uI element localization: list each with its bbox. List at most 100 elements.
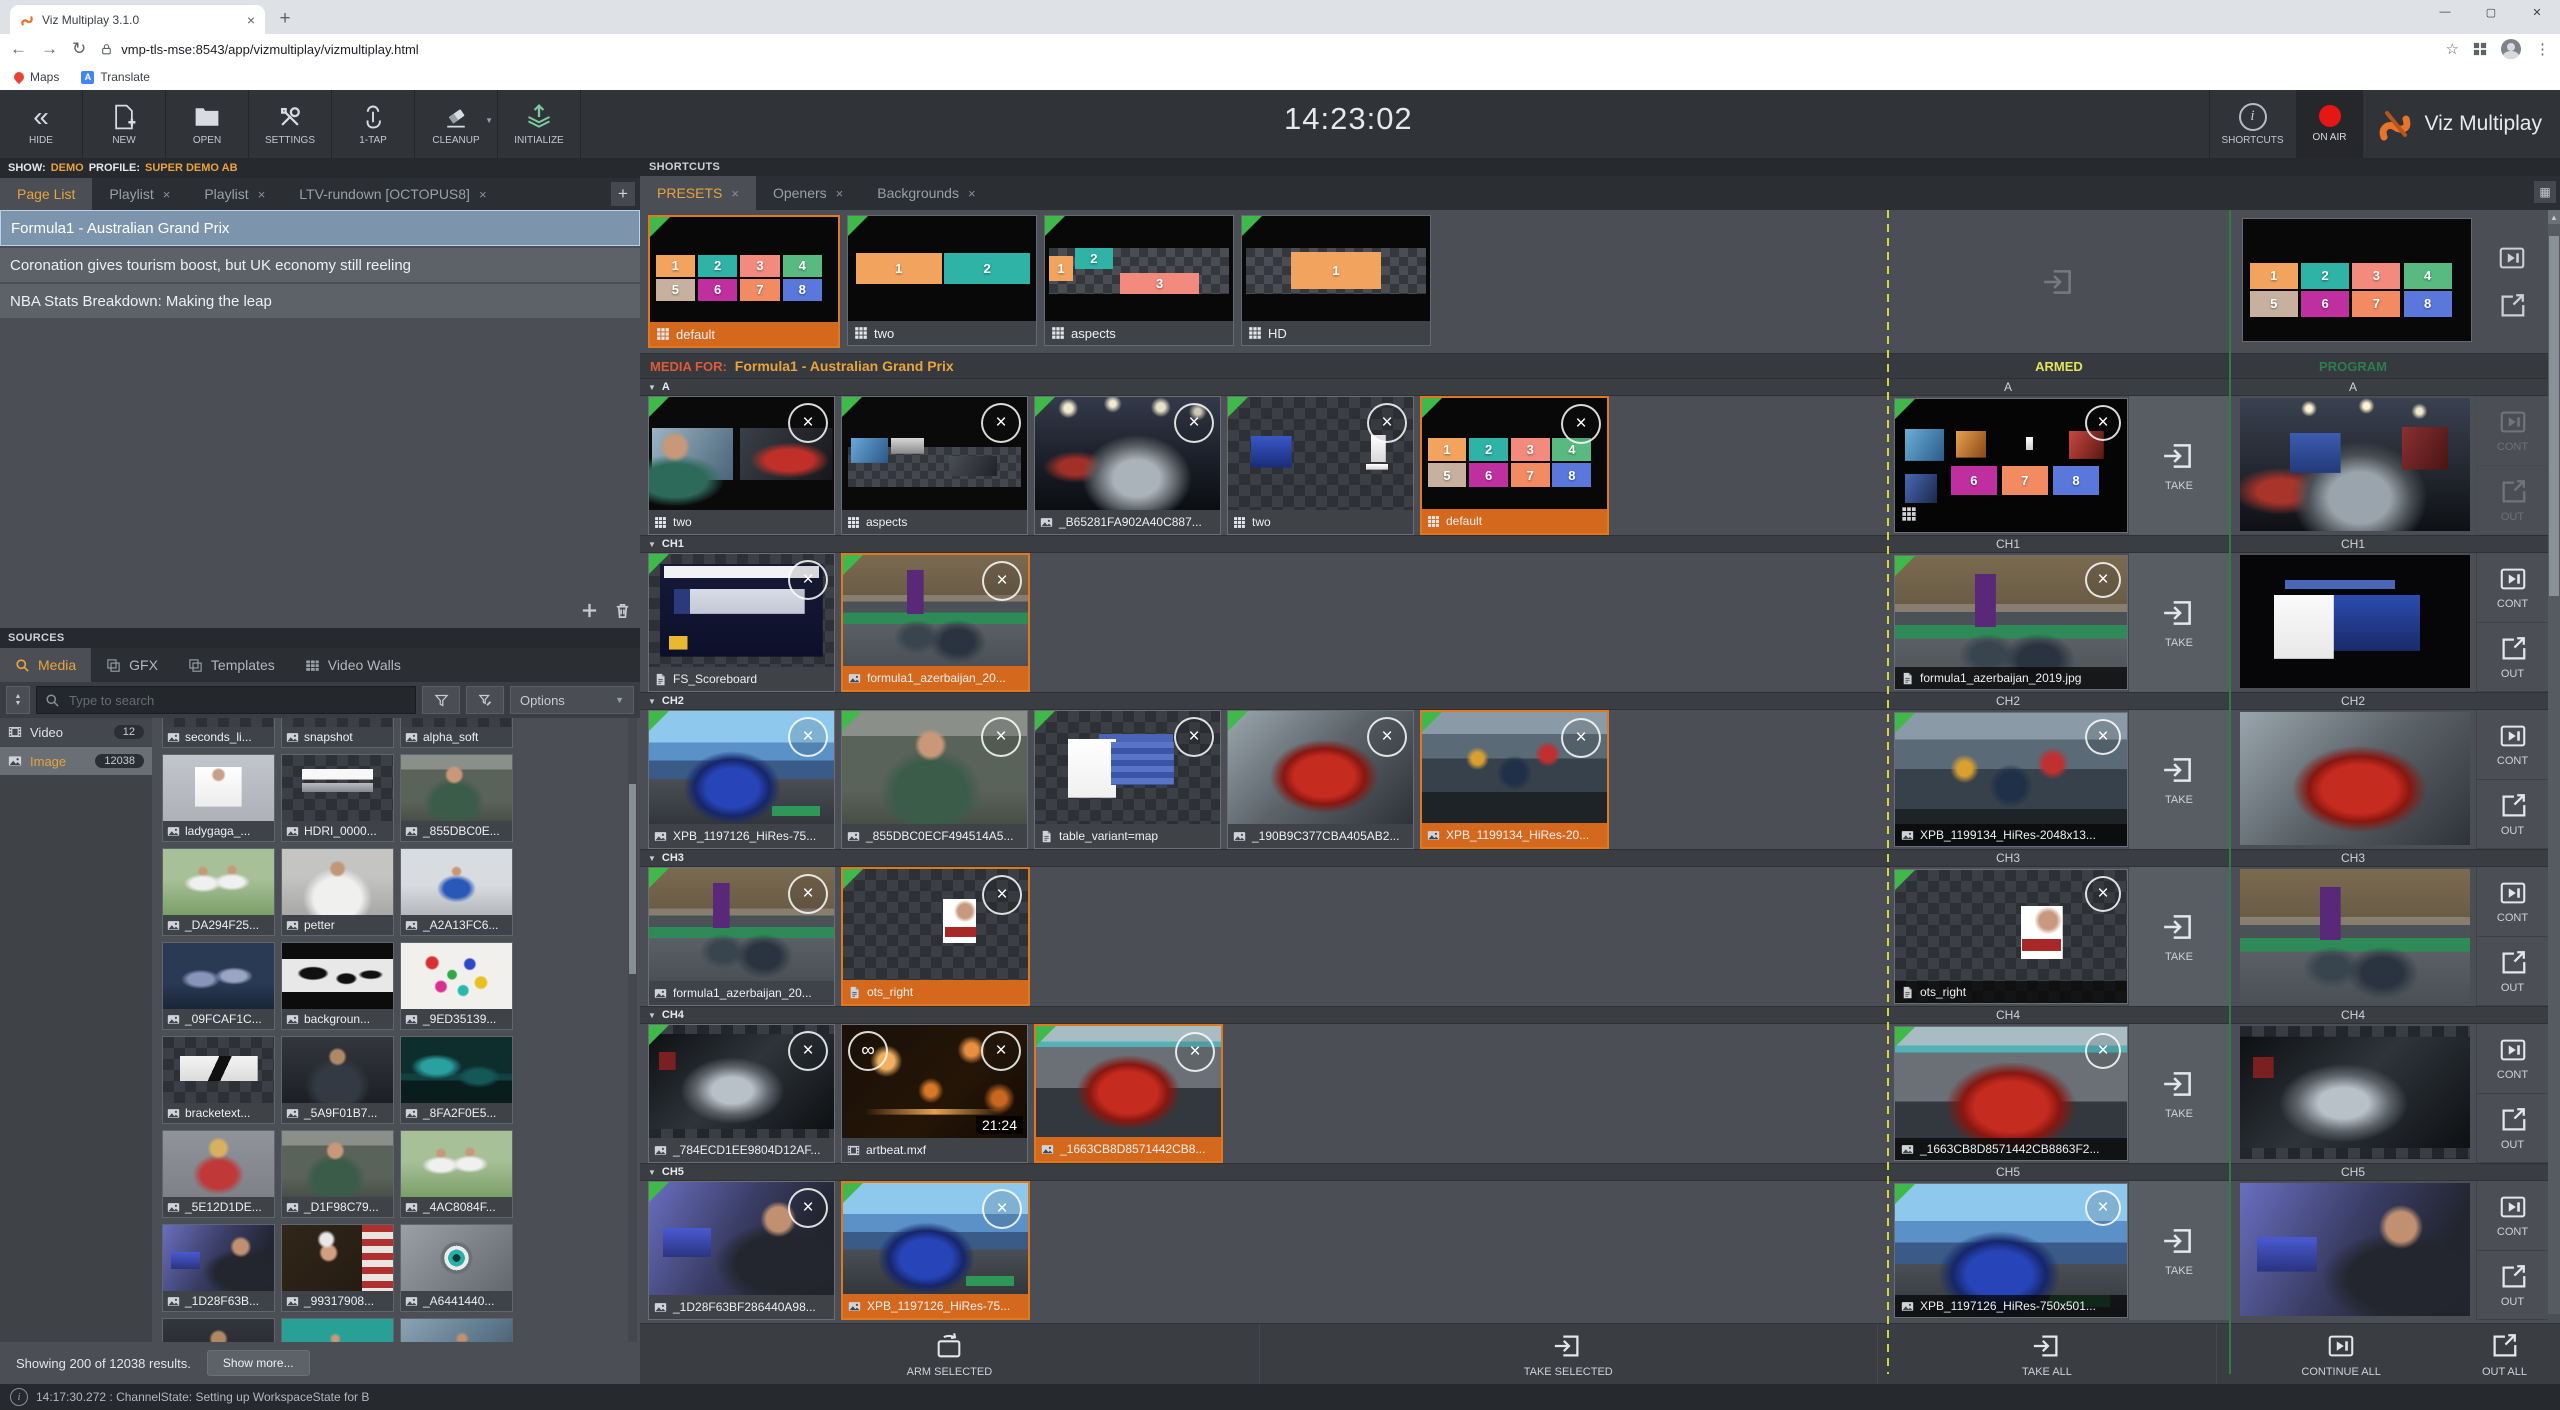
close-icon[interactable]: × [258,187,266,202]
channel-header[interactable]: ▼CH2 [640,695,1888,707]
window-minimize-button[interactable]: — [2422,0,2468,24]
media-item[interactable]: _9ED35139... [400,942,513,1030]
media-thumbnail[interactable]: × _855DBC0ECF494514A5... [841,710,1028,849]
sources-tab-templates[interactable]: Templates [173,648,290,682]
out-button[interactable]: OUT [2476,780,2548,850]
arm-selected-button[interactable]: ARM SELECTED [907,1331,993,1378]
media-item[interactable]: alpha_soft [400,718,513,748]
take-all-button[interactable]: TAKE ALL [2022,1331,2072,1378]
page-list-item[interactable]: Coronation gives tourism boost, but UK e… [0,248,640,282]
media-thumbnail[interactable]: × formula1_azerbaijan_20... [841,553,1030,692]
take-button[interactable]: TAKE [2162,753,2196,806]
page-tab[interactable]: Playlist× [92,178,187,210]
close-icon[interactable]: × [2085,719,2121,755]
close-icon[interactable]: × [981,403,1021,443]
media-item[interactable]: bracketext... [162,1036,275,1124]
window-maximize-button[interactable]: ▢ [2468,0,2514,24]
media-thumbnail[interactable]: × XPB_1199134_HiRes-20... [1420,710,1609,849]
filter-edit-button[interactable] [466,686,504,714]
media-thumbnail[interactable]: × _1D28F63BF286440A98... [648,1181,835,1320]
page-list-item[interactable]: Formula1 - Australian Grand Prix [0,210,640,246]
out-button[interactable]: OUT [2476,466,2548,536]
media-thumbnail[interactable]: × ots_right [841,867,1030,1006]
close-icon[interactable]: × [982,1189,1022,1229]
armed-thumbnail[interactable]: × XPB_1197126_HiRes-750x501... [1894,1183,2128,1318]
shortcuts-tab[interactable]: Backgrounds× [860,176,992,210]
shortcuts-tab[interactable]: PRESETS× [640,176,756,210]
collapse-caret-icon[interactable]: ▼ [648,540,656,549]
channel-header[interactable]: ▼A [640,381,1888,393]
close-icon[interactable]: × [981,1031,1021,1071]
close-icon[interactable]: × [968,186,976,201]
scroll-up-icon[interactable]: ▲ [2548,210,2560,224]
show-more-button[interactable]: Show more... [207,1350,310,1376]
media-thumbnail[interactable]: × table_variant=map [1034,710,1221,849]
tab-close-icon[interactable]: × [247,12,255,28]
cont-button[interactable]: CONT [2476,396,2548,466]
profile-avatar[interactable] [2501,39,2521,59]
sources-tab-media[interactable]: Media [0,648,91,682]
toolbar-settings-button[interactable]: SETTINGS [249,90,332,158]
close-icon[interactable]: × [2085,876,2121,912]
sources-tab-video-walls[interactable]: Video Walls [290,648,416,682]
preset-HD[interactable]: 1HD [1241,215,1431,346]
media-item[interactable]: _D1F98C79... [281,1130,394,1218]
media-item[interactable]: _8FA2F0E5... [400,1036,513,1124]
new-tab-button[interactable]: + [271,5,299,33]
close-icon[interactable]: × [731,186,739,201]
shortcuts-button[interactable]: i SHORTCUTS [2209,90,2296,158]
media-thumbnail[interactable]: × XPB_1197126_HiRes-75... [841,1181,1030,1320]
collapse-caret-icon[interactable]: ▼ [648,1011,656,1020]
window-close-button[interactable]: ✕ [2514,0,2560,24]
collapse-caret-icon[interactable]: ▼ [648,383,656,392]
media-item[interactable]: HDRI_0000... [281,754,394,842]
add-tab-button[interactable]: + [611,182,635,206]
preset-two[interactable]: 12two [847,215,1037,346]
toolbar-hide-button[interactable]: «HIDE [0,90,83,158]
add-page-button[interactable] [580,601,599,620]
media-thumbnail[interactable]: × XPB_1197126_HiRes-75... [648,710,835,849]
collapse-caret-icon[interactable]: ▼ [648,697,656,706]
close-icon[interactable]: × [1561,404,1601,444]
close-icon[interactable]: × [788,560,828,600]
preset-cont-icon[interactable] [2497,243,2527,273]
extensions-icon[interactable] [2473,42,2487,56]
take-button[interactable]: TAKE [2162,910,2196,963]
media-item[interactable]: _A2A13FC6... [400,848,513,936]
media-thumbnail[interactable]: × formula1_azerbaijan_20... [648,867,835,1006]
close-icon[interactable]: × [982,561,1022,601]
preset-aspects[interactable]: 123aspects [1044,215,1234,346]
close-icon[interactable]: × [788,1188,828,1228]
close-icon[interactable]: × [981,717,1021,757]
cont-button[interactable]: CONT [2476,867,2548,937]
media-thumbnail[interactable]: × FS_Scoreboard [648,553,835,692]
media-thumbnail[interactable]: ∞ × 21:24 artbeat.mxf [841,1024,1028,1163]
toolbar-initialize-button[interactable]: INITIALIZE [498,90,581,158]
cont-button[interactable]: CONT [2476,710,2548,780]
close-icon[interactable]: × [1561,718,1601,758]
media-item[interactable]: _086BC6FD... [281,1318,394,1342]
close-icon[interactable]: × [479,187,487,202]
media-thumbnail[interactable]: × _190B9C377CBA405AB2... [1227,710,1414,849]
close-icon[interactable]: × [1175,1032,1215,1072]
toolbar-new-button[interactable]: NEW [83,90,166,158]
take-button[interactable]: TAKE [2162,596,2196,649]
close-icon[interactable]: × [2085,405,2121,441]
media-item[interactable]: _09FCAF1C... [162,942,275,1030]
out-button[interactable]: OUT [2476,1251,2548,1321]
delete-page-button[interactable] [613,601,632,620]
close-icon[interactable]: × [1174,403,1214,443]
media-item[interactable]: _5E12D1DE... [162,1130,275,1218]
media-item[interactable]: _4AC8084F... [400,1130,513,1218]
close-icon[interactable]: × [788,717,828,757]
media-item[interactable]: _A3308FCA... [162,1318,275,1342]
continue-all-button[interactable]: CONTINUE ALL [2225,1331,2457,1378]
media-item[interactable]: _855DBC0E... [400,754,513,842]
cont-button[interactable]: CONT [2476,553,2548,623]
take-button[interactable]: TAKE [2162,439,2196,492]
forward-icon[interactable]: → [41,39,58,59]
sort-button[interactable]: ▲▼ [6,686,30,714]
bookmark-star-icon[interactable]: ☆ [2446,40,2459,58]
toolbar-open-button[interactable]: OPEN [166,90,249,158]
cont-button[interactable]: CONT [2476,1024,2548,1094]
